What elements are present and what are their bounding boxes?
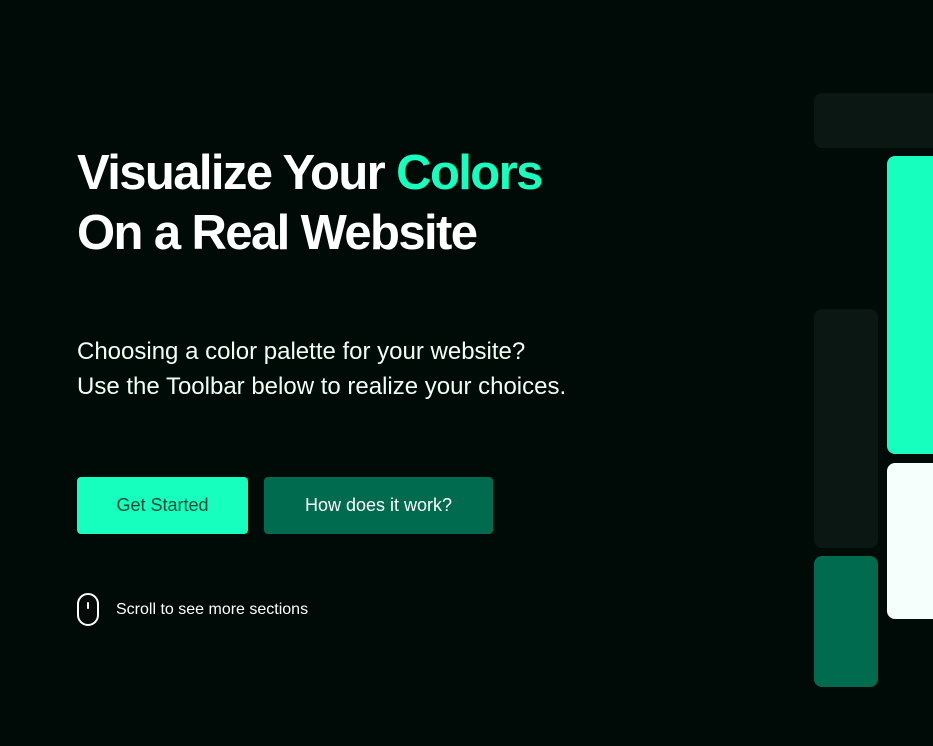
- scroll-hint: Scroll to see more sections: [77, 593, 308, 626]
- get-started-button[interactable]: Get Started: [77, 477, 248, 534]
- hero-subtitle-line-1: Choosing a color palette for your websit…: [77, 338, 526, 365]
- hero-page: Visualize Your Colors On a Real Website …: [0, 0, 933, 746]
- palette-surface-swatch: [814, 309, 878, 548]
- palette-surface-swatch-top: [814, 93, 933, 148]
- hero-subtitle-line-2: Use the Toolbar below to realize your ch…: [77, 373, 567, 400]
- hero-title: Visualize Your Colors On a Real Website: [77, 143, 543, 263]
- palette-primary-swatch: [887, 156, 933, 454]
- hero-title-prefix: Visualize Your: [77, 146, 397, 200]
- how-does-it-work-button[interactable]: How does it work?: [264, 477, 493, 534]
- mouse-icon: [77, 593, 99, 626]
- palette-light-swatch: [887, 463, 933, 619]
- scroll-hint-text: Scroll to see more sections: [116, 600, 309, 618]
- hero-title-line-2: On a Real Website: [77, 206, 478, 260]
- hero-subtitle: Choosing a color palette for your websit…: [77, 334, 566, 404]
- hero-title-accent: Colors: [396, 146, 543, 200]
- palette-secondary-swatch: [814, 556, 878, 687]
- hero-title-line-1: Visualize Your Colors: [77, 143, 543, 203]
